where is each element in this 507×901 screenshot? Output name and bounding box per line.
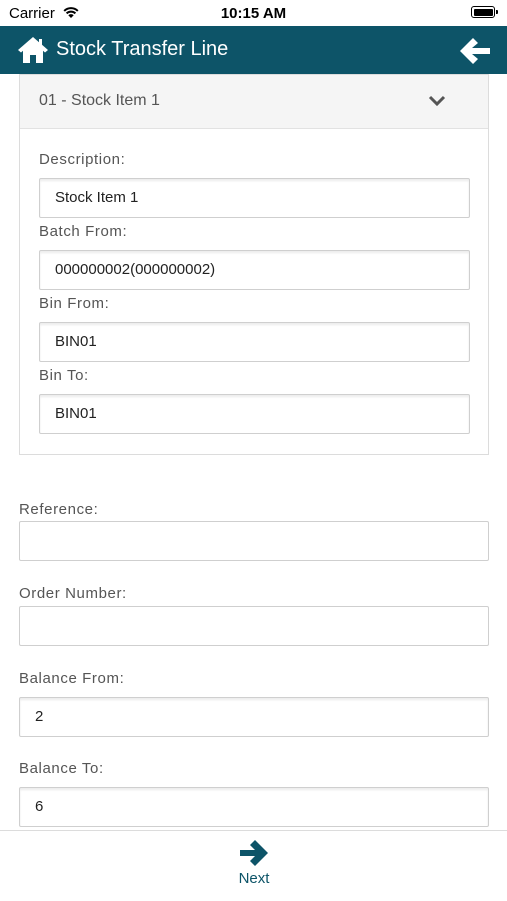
description-field[interactable]: Stock Item 1 — [39, 178, 470, 218]
reference-label: Reference: — [19, 501, 99, 518]
bin-to-label: Bin To: — [39, 367, 89, 384]
batch-from-field[interactable]: 000000002(000000002) — [39, 250, 470, 290]
home-icon[interactable] — [17, 35, 49, 65]
bottom-toolbar: Next — [0, 830, 507, 901]
balance-from-label: Balance From: — [19, 670, 125, 687]
bin-from-label: Bin From: — [39, 295, 110, 312]
stock-item-card: 01 - Stock Item 1 Description: Stock Ite… — [19, 74, 489, 455]
battery-icon — [471, 6, 498, 18]
balance-from-field[interactable]: 2 — [19, 697, 489, 737]
balance-to-label: Balance To: — [19, 760, 104, 777]
stock-item-title: 01 - Stock Item 1 — [39, 92, 160, 109]
status-bar: Carrier 10:15 AM — [0, 0, 507, 26]
balance-to-field[interactable]: 6 — [19, 787, 489, 827]
back-arrow-icon[interactable] — [459, 36, 491, 66]
arrow-right-icon — [240, 840, 268, 866]
bin-to-field[interactable]: BIN01 — [39, 394, 470, 434]
next-button[interactable]: Next — [210, 839, 298, 897]
clock: 10:15 AM — [220, 5, 287, 22]
batch-from-label: Batch From: — [39, 223, 128, 240]
next-label: Next — [238, 870, 270, 887]
description-label: Description: — [39, 151, 126, 168]
bin-from-field[interactable]: BIN01 — [39, 322, 470, 362]
reference-input[interactable] — [19, 521, 489, 561]
page-title: Stock Transfer Line — [56, 38, 229, 60]
order-number-label: Order Number: — [19, 585, 127, 602]
stock-item-header[interactable]: 01 - Stock Item 1 — [20, 75, 488, 129]
order-number-input[interactable] — [19, 606, 489, 646]
chevron-down-icon[interactable] — [428, 95, 446, 107]
nav-bar: Stock Transfer Line — [0, 26, 507, 74]
